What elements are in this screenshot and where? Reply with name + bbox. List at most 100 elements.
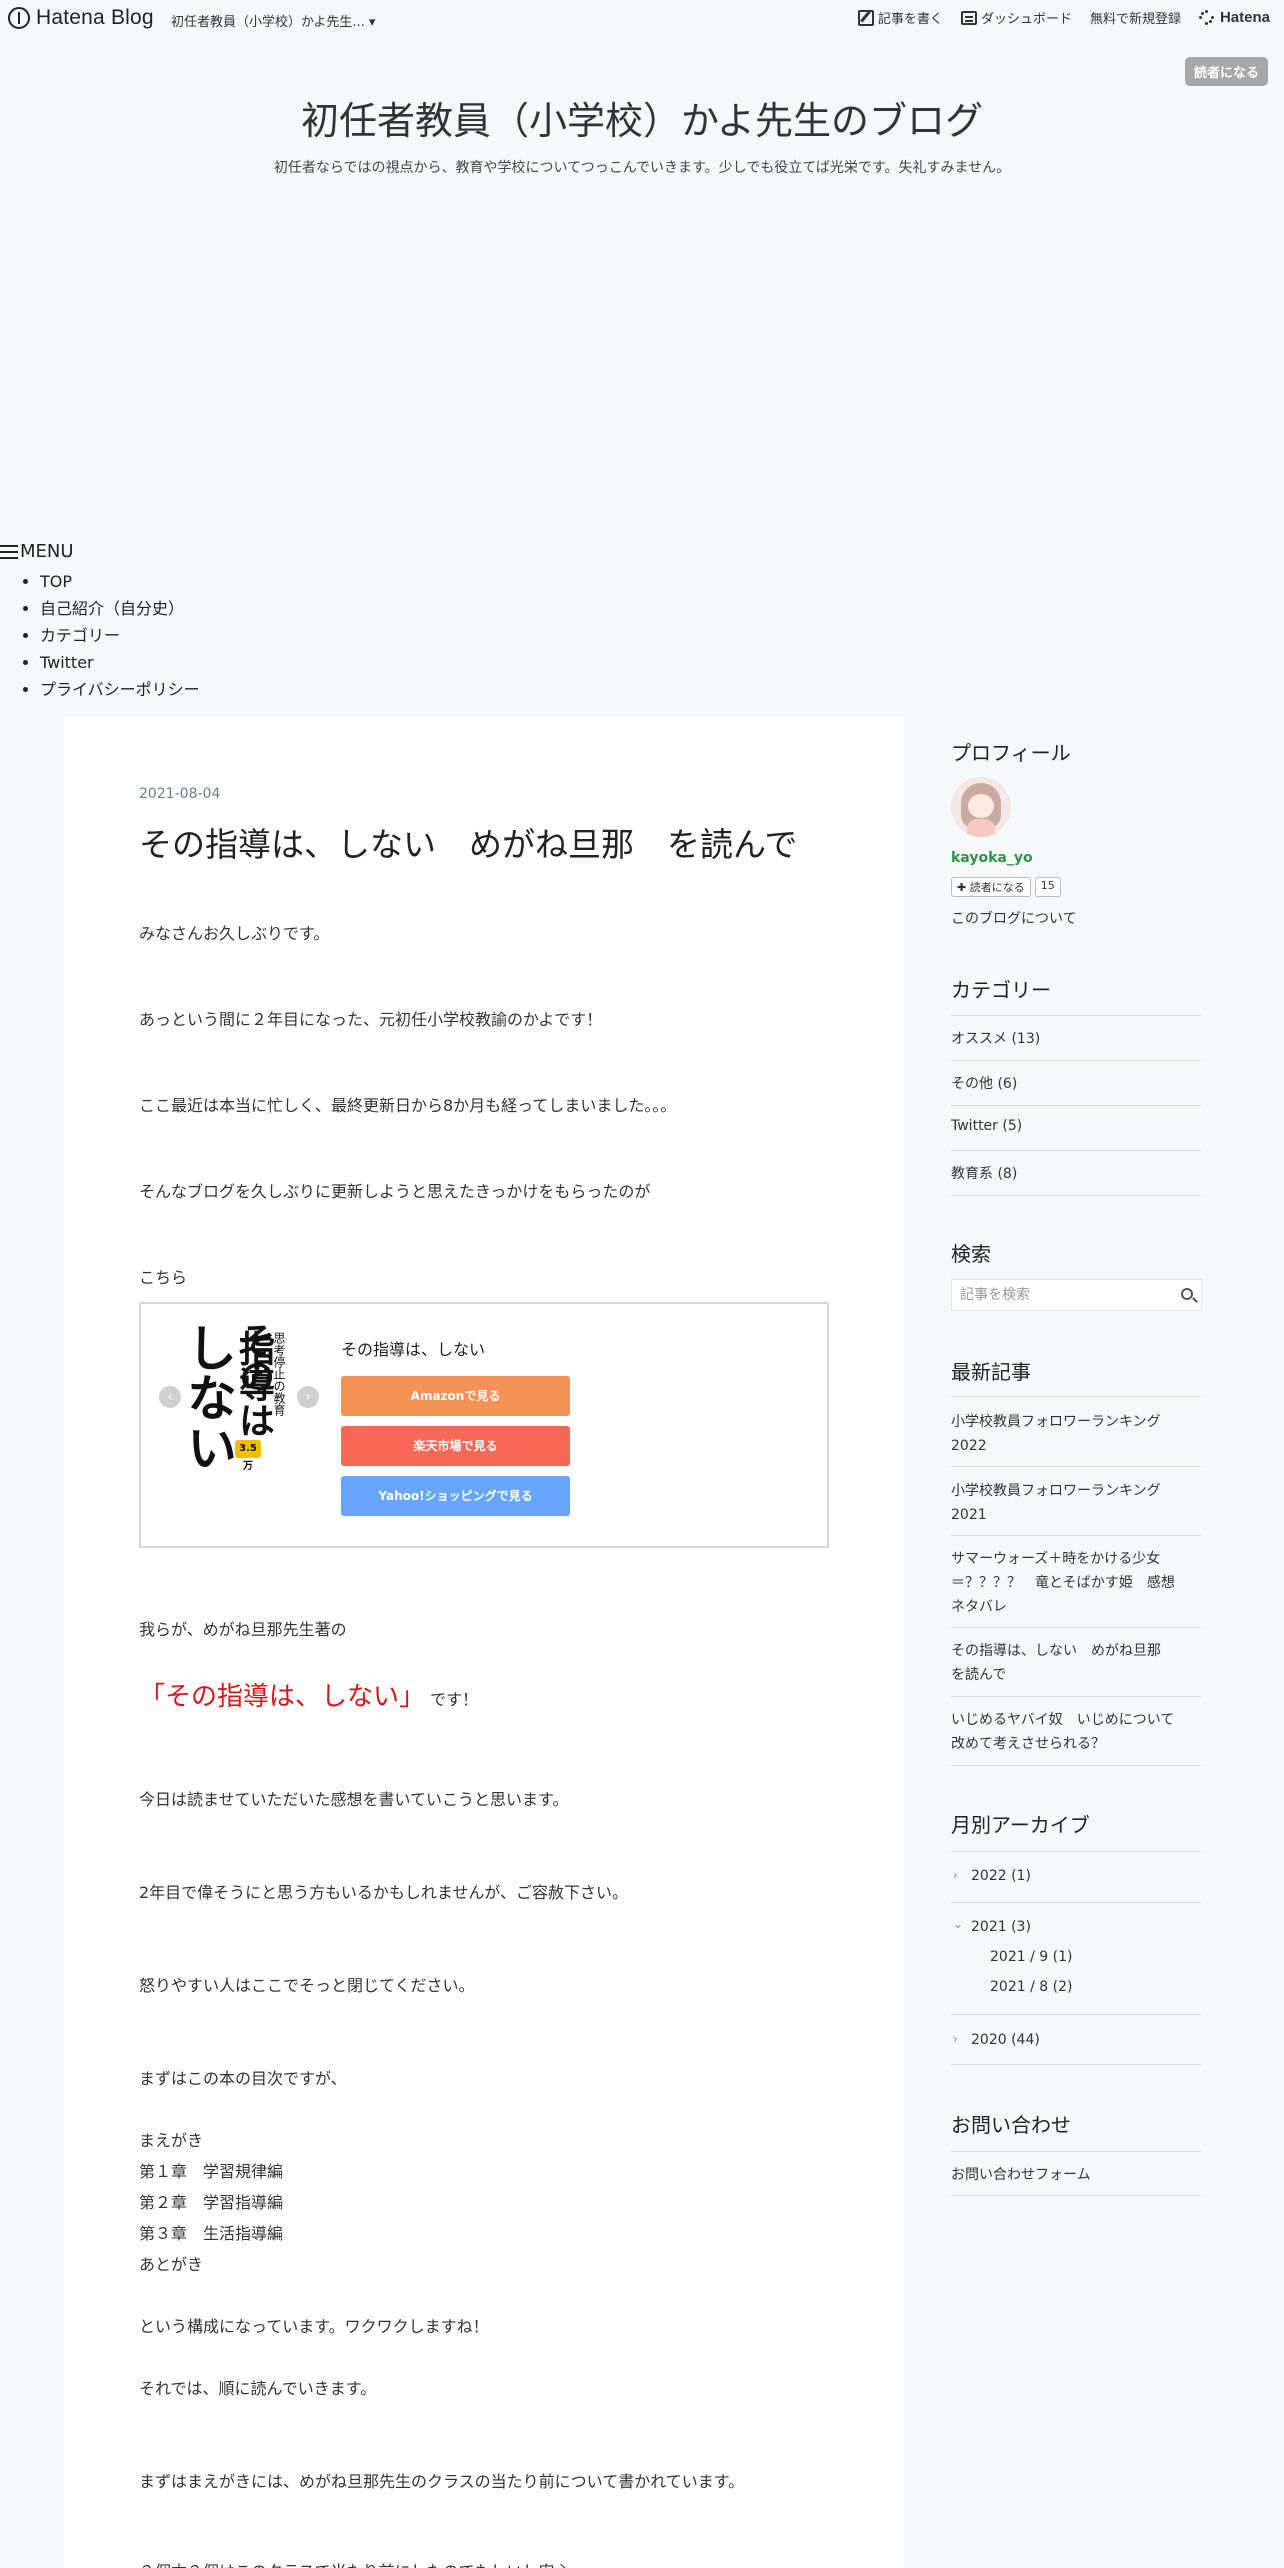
paragraph: そんなブログを久しぶりに更新しようと思えたきっかけをもらったのが (139, 1182, 651, 1201)
toc-item: 第３章 生活指導編 (139, 2224, 284, 2243)
category-link[interactable]: オススメ (13) (951, 1028, 1040, 1048)
recent-entry-line: サマーウォーズ＋時をかける少女 (951, 1551, 1161, 1567)
paragraph: こちら (139, 1268, 188, 1287)
paragraph: まずはこの本の目次ですが、 (139, 2069, 347, 2088)
about-blog-link[interactable]: このブログについて (951, 908, 1077, 928)
avatar[interactable] (951, 777, 1011, 837)
paragraph: ２個本２個はこのクラスで当たり前にしたのでもしいし安心 (139, 2558, 571, 2568)
divider (951, 1105, 1201, 1106)
recent-entry-link[interactable]: いじめるヤバイ奴 いじめについて 改めて考えさせられる？ (951, 1708, 1174, 1756)
divider (951, 1015, 1201, 1016)
archive-month-2021-8[interactable]: 2021 / 8 (2) (990, 1979, 1072, 1995)
cover-title-c: しない (179, 1322, 237, 1472)
carousel-prev-icon[interactable]: ‹ (159, 1386, 181, 1408)
paragraph: それでは、順に読んでいきます。 (139, 2379, 377, 2398)
recent-entry-link[interactable]: その指導は、しない めがね旦那 を読んで (951, 1639, 1161, 1687)
chevron-right-icon[interactable]: › (953, 2032, 958, 2046)
paragraph: 2年目で偉そうにと思う方もいるかもしれませんが、ご容赦下さい。 (139, 1883, 629, 1902)
carousel-next-icon[interactable]: › (297, 1386, 319, 1408)
toc-item: まえがき (139, 2131, 204, 2150)
write-entry-link[interactable]: 記事を書く (857, 8, 943, 27)
profile-subscribe-label: 読者になる (969, 881, 1025, 894)
toc-item: あとがき (139, 2255, 204, 2274)
blog-title[interactable]: 初任者教員（小学校）かよ先生のブログ (0, 90, 1284, 145)
entry-title[interactable]: その指導は、しない めがね旦那 を読んで (139, 818, 797, 866)
divider (951, 1851, 1201, 1852)
paragraph: あっという間に２年目になった、元初任小学校教諭のかよです！ (139, 1010, 603, 1029)
recent-entry-link[interactable]: 小学校教員フォロワーランキング 2021 (951, 1479, 1161, 1527)
divider (951, 2014, 1201, 2015)
menu-item-profile[interactable]: 自己紹介（自分史） (40, 595, 200, 622)
paragraph: みなさんお久しぶりです。 (139, 924, 330, 943)
archive-year-2021[interactable]: 2021 (3) (971, 1919, 1031, 1935)
category-link[interactable]: 教育系 (8) (951, 1163, 1017, 1183)
recent-heading: 最新記事 (951, 1360, 1031, 1384)
profile-username[interactable]: kayoka_yo (951, 850, 1033, 866)
signup-link[interactable]: 無料で新規登録 (1090, 8, 1181, 27)
yahoo-button[interactable]: Yahoo!ショッピングで見る (341, 1476, 570, 1516)
entry-date[interactable]: 2021-08-04 (139, 786, 220, 802)
book-cover[interactable]: 指導は その しない 思考停止の教育 3.5万 (179, 1322, 293, 1492)
recent-entry-line: 改めて考えさせられる？ (951, 1736, 1105, 1752)
brand-text: Hatena Blog (36, 6, 154, 29)
category-heading: カテゴリー (951, 978, 1051, 1002)
chevron-down-icon[interactable]: ⌄ (953, 1917, 963, 1931)
paragraph: ここ最近は本当に忙しく、最終更新日から8か月も経ってしまいました。。。 (139, 1096, 677, 1115)
divider (951, 1696, 1201, 1697)
search-input[interactable] (952, 1280, 1162, 1310)
highlight-line: 「その指導は、しない」 です！ (139, 1676, 478, 1713)
menu-item-privacy[interactable]: プライバシーポリシー (40, 676, 200, 703)
search-icon[interactable] (1181, 1288, 1193, 1300)
write-entry-label: 記事を書く (877, 12, 943, 27)
paragraph: 怒りやすい人はここでそっと閉じてください。 (139, 1976, 475, 1995)
dashboard-icon (960, 10, 977, 25)
chevron-right-icon[interactable]: › (953, 1868, 958, 1882)
cover-title-a: その (233, 1322, 274, 1394)
hamburger-icon (0, 544, 18, 559)
recent-entry-link[interactable]: サマーウォーズ＋時をかける少女 ＝？？？？ 竜とそばかす姫 感想 ネタバレ (951, 1547, 1175, 1619)
category-link[interactable]: その他 (6) (951, 1073, 1017, 1093)
divider (951, 1150, 1201, 1151)
search-heading: 検索 (951, 1242, 991, 1266)
cover-subtitle: 思考停止の教育 (272, 1332, 286, 1416)
subscribe-button[interactable]: 読者になる (1184, 57, 1268, 86)
entry-card (64, 717, 904, 2568)
menu-toggle[interactable]: MENU (0, 541, 74, 562)
recent-entry-link[interactable]: 小学校教員フォロワーランキング 2022 (951, 1410, 1161, 1458)
divider (951, 1535, 1201, 1536)
divider (951, 2195, 1201, 2196)
dashboard-link[interactable]: ダッシュボード (960, 8, 1072, 27)
hatena-logo-icon (8, 7, 30, 29)
category-link[interactable]: Twitter (5) (951, 1118, 1022, 1134)
amazon-button[interactable]: Amazonで見る (341, 1376, 570, 1416)
product-box: 指導は その しない 思考停止の教育 3.5万 ‹ › その指導は、しない Am… (139, 1302, 829, 1548)
profile-subscribe-button[interactable]: ✚ 読者になる (951, 877, 1031, 897)
recent-entry-line: その指導は、しない めがね旦那 (951, 1643, 1161, 1659)
hatena-menu[interactable]: Hatena (1198, 9, 1270, 26)
menu-item-top[interactable]: TOP (40, 568, 200, 595)
rakuten-button[interactable]: 楽天市場で見る (341, 1426, 570, 1466)
search-box (951, 1279, 1202, 1311)
contact-form-link[interactable]: お問い合わせフォーム (951, 2164, 1091, 2184)
blog-description: 初任者ならではの視点から、教育や学校についてつっこんでいきます。少しでも役立てば… (273, 160, 1011, 176)
blog-selector[interactable]: 初任者教員（小学校）かよ先生... ▾ (171, 11, 375, 30)
recent-entry-line: 2021 (951, 1507, 987, 1523)
contact-heading: お問い合わせ (951, 2113, 1071, 2137)
profile-heading: プロフィール (951, 741, 1071, 765)
recent-entry-line: を読んで (951, 1667, 1007, 1683)
product-name[interactable]: その指導は、しない (341, 1336, 485, 1360)
archive-year-2020[interactable]: 2020 (44) (971, 2032, 1040, 2048)
divider (951, 1396, 1201, 1397)
subscriber-count: 15 (1034, 877, 1061, 897)
recent-entry-line: いじめるヤバイ奴 いじめについて (951, 1712, 1175, 1728)
recent-entry-line: 2022 (951, 1438, 987, 1454)
profile-subscribe[interactable]: ✚ 読者になる 15 (951, 877, 1061, 897)
menu-item-category[interactable]: カテゴリー (40, 622, 200, 649)
hatena-blog-logo[interactable]: Hatena Blog (8, 6, 154, 30)
archive-year-2022[interactable]: 2022 (1) (971, 1868, 1031, 1884)
divider (951, 1466, 1201, 1467)
paragraph: 今日は読ませていただいた感想を書いていこうと思います。 (139, 1790, 569, 1809)
archive-month-2021-9[interactable]: 2021 / 9 (1) (990, 1949, 1072, 1965)
global-menu: TOP 自己紹介（自分史） カテゴリー Twitter プライバシーポリシー (40, 568, 200, 703)
menu-item-twitter[interactable]: Twitter (40, 649, 200, 676)
